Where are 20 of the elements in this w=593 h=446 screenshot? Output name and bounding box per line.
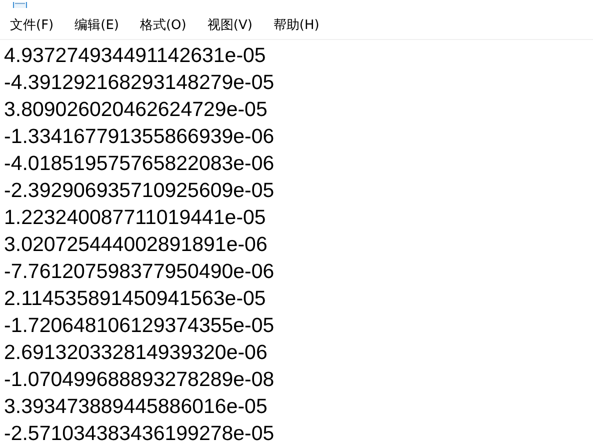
text-line: 4.937274934491142631e-05 — [4, 43, 266, 69]
text-line: -2.392906935710925609e-05 — [4, 178, 274, 204]
menu-item[interactable]: 格式(O) — [134, 14, 192, 36]
text-line: 3.809026020462624729e-05 — [4, 97, 268, 123]
menu-item[interactable]: 帮助(H) — [267, 14, 326, 36]
text-line: -1.070499688893278289e-08 — [4, 367, 274, 393]
text-line: -7.761207598377950490e-06 — [4, 259, 274, 285]
text-line: 2.691320332814939320e-06 — [4, 340, 268, 366]
text-line: -2.571034383436199278e-05 — [4, 421, 274, 446]
menu-item[interactable]: 视图(V) — [201, 14, 258, 36]
menu-item[interactable]: 编辑(E) — [68, 14, 125, 36]
text-line: 3.020725444002891891e-06 — [4, 232, 268, 258]
text-line: 1.223240087711019441e-05 — [4, 205, 266, 231]
menu-item[interactable]: 文件(F) — [4, 14, 60, 36]
text-line: -1.334167791355866939e-06 — [4, 124, 274, 150]
text-line: 2.114535891450941563e-05 — [4, 286, 266, 312]
text-line: -4.391292168293148279e-05 — [4, 70, 274, 96]
text-line: -4.018519575765822083e-06 — [4, 151, 274, 177]
text-line: -1.720648106129374355e-05 — [4, 313, 274, 339]
text-line: 3.393473889445886016e-05 — [4, 394, 268, 420]
